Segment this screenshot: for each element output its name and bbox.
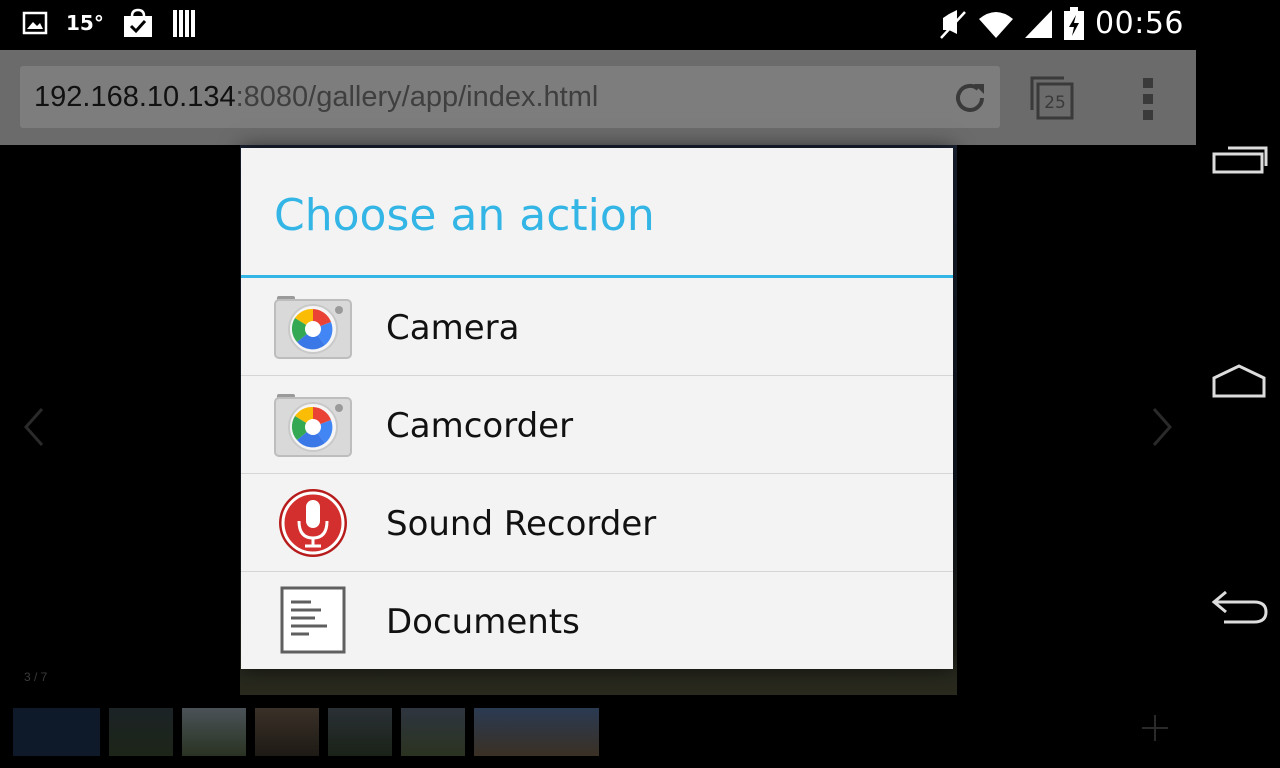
signal-icon [1025,9,1053,38]
camcorder-app-icon [274,394,352,457]
url-bar[interactable]: 192.168.10.134:8080/gallery/app/index.ht… [20,66,1000,128]
recent-apps-icon[interactable] [1208,138,1270,182]
thumbnail[interactable] [401,708,465,756]
url-text[interactable]: 192.168.10.134:8080/gallery/app/index.ht… [34,81,598,114]
photo-counter: 3 / 7 [24,670,48,684]
microphone-app-icon [279,489,347,557]
mute-icon [940,9,966,39]
action-item-sound-recorder[interactable]: Sound Recorder [241,474,953,572]
next-arrow-icon[interactable] [1152,407,1172,447]
overflow-menu-icon[interactable] [1136,76,1160,122]
status-bar-notifications: 15° [22,8,198,38]
battery-charging-icon [1064,6,1085,40]
action-item-label: Camera [386,308,520,348]
action-item-label: Documents [386,602,580,642]
tabs-icon: 25 [1030,76,1074,120]
url-host: 192.168.10.134 [34,81,236,113]
tabs-button[interactable]: 25 [1028,74,1076,122]
action-item-label: Sound Recorder [386,504,657,544]
action-item-documents[interactable]: Documents [241,572,953,669]
status-bar-system: 00:56 [939,6,1184,41]
dialog-title: Choose an action [274,190,655,241]
barcode-icon [172,10,195,37]
tab-count-text: 25 [1044,93,1066,113]
action-item-label: Camcorder [386,406,574,446]
system-navigation-bar [1196,0,1280,768]
shopping-bag-check-icon [123,8,152,37]
clock-text: 00:56 [1095,6,1184,41]
temperature-text: 15° [66,11,104,35]
status-bar: 15° 00:56 [0,0,1196,50]
back-icon[interactable] [1208,584,1270,628]
gallery-notification-icon [22,11,48,35]
home-icon[interactable] [1208,360,1270,404]
previous-arrow-icon[interactable] [24,407,44,447]
add-icon[interactable] [1140,713,1170,743]
browser-toolbar: 192.168.10.134:8080/gallery/app/index.ht… [0,50,1196,145]
url-path: :8080/gallery/app/index.html [235,81,599,113]
reload-icon[interactable] [950,78,990,118]
thumbnail[interactable] [474,708,599,756]
choose-action-dialog: Choose an action Camera Camcorder Sound … [241,148,953,669]
thumbnail[interactable] [109,708,173,756]
thumbnail[interactable] [328,708,392,756]
action-list: Camera Camcorder Sound Recorder Document… [241,278,953,669]
thumbnail[interactable] [182,708,246,756]
wifi-icon [979,11,1014,38]
action-item-camera[interactable]: Camera [241,278,953,376]
action-item-camcorder[interactable]: Camcorder [241,376,953,474]
thumbnail[interactable] [255,708,319,756]
documents-app-icon [280,586,346,654]
camera-app-icon [274,296,352,359]
thumbnail[interactable] [13,708,100,756]
thumbnail-strip [13,708,599,756]
